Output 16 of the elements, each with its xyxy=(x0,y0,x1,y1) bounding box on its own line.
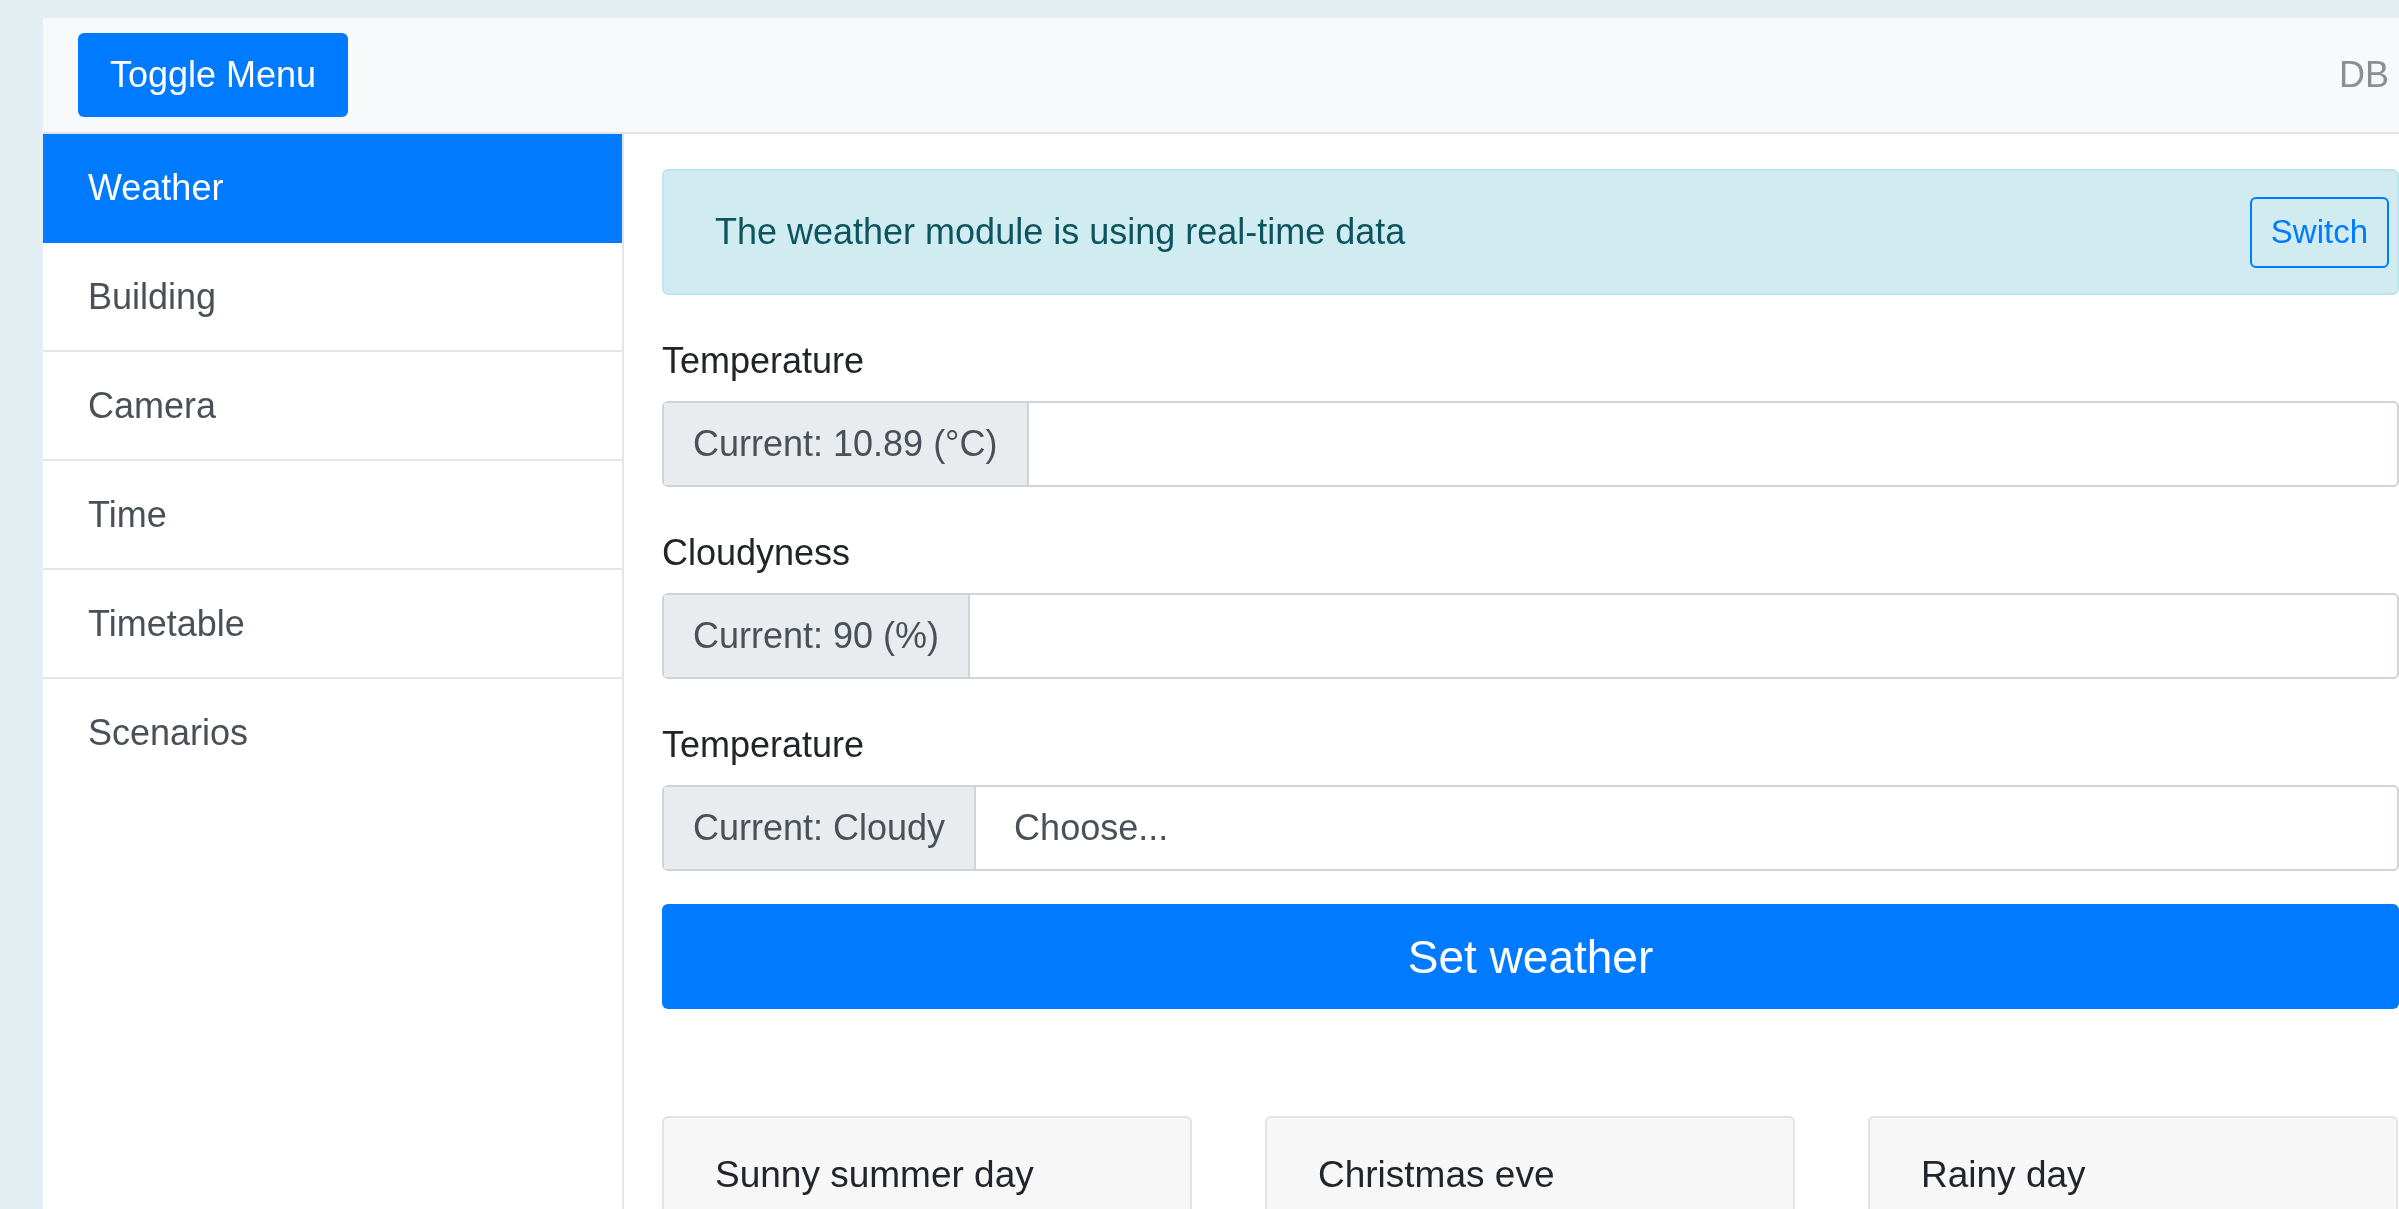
scenario-card[interactable]: Sunny summer day xyxy=(662,1116,1192,1209)
brand-text: DB xyxy=(2339,54,2390,96)
scenario-card[interactable]: Christmas eve xyxy=(1265,1116,1795,1209)
sidebar-item[interactable]: Camera xyxy=(43,352,622,461)
set-weather-button[interactable]: Set weather xyxy=(662,904,2399,1009)
sidebar-item[interactable]: Time xyxy=(43,461,622,570)
sidebar-item[interactable]: Timetable xyxy=(43,570,622,679)
field-label: Cloudyness xyxy=(662,533,852,573)
alert-message: The weather module is using real-time data xyxy=(715,211,1406,253)
sidebar-item[interactable]: Weather xyxy=(43,134,622,243)
toggle-menu-button[interactable]: Toggle Menu xyxy=(78,33,349,117)
sidebar-item[interactable]: Building xyxy=(43,243,622,352)
sidebar-item[interactable]: Scenarios xyxy=(43,679,622,788)
field-label: Temperature xyxy=(662,341,866,381)
field-label: Temperature xyxy=(662,725,866,765)
scenario-card[interactable]: Rainy day xyxy=(1868,1116,2398,1209)
